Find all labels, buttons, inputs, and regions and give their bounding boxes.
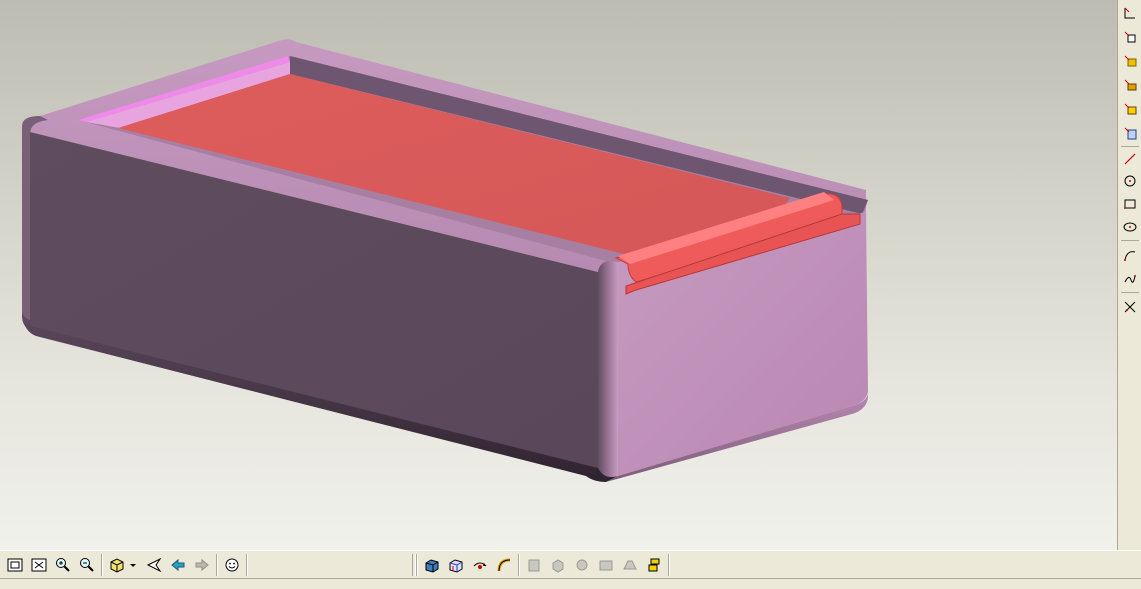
sketch-spline-icon[interactable] [1121,270,1139,288]
zoom-window-icon[interactable] [29,555,49,575]
model-render [22,39,868,482]
datum-plane-icon[interactable] [1121,4,1139,22]
disabled-tool-2-icon [548,555,568,575]
previous-view-icon[interactable] [144,555,164,575]
sketch-ellipse-icon[interactable] [1121,218,1139,236]
layer-icon[interactable] [644,555,664,575]
extrude-icon[interactable] [1121,52,1139,70]
zoom-in-icon[interactable] [53,555,73,575]
right-toolbar [1117,0,1141,550]
view-orientation-icon[interactable] [107,555,127,575]
back-arrow-icon[interactable] [168,555,188,575]
bottom-toolbar [0,550,1141,589]
shaded-view-icon[interactable] [422,555,442,575]
smiley-icon[interactable] [222,555,242,575]
disabled-tool-3-icon [572,555,592,575]
datum-display-icon[interactable] [494,555,514,575]
sweep-icon[interactable] [1121,100,1139,118]
sketch-circle-icon[interactable] [1121,172,1139,190]
datum-axis-icon[interactable] [1121,28,1139,46]
disabled-tool-4-icon [596,555,616,575]
sketch-arc-icon[interactable] [1121,246,1139,264]
zoom-out-icon[interactable] [77,555,97,575]
spin-center-icon[interactable] [470,555,490,575]
trim-icon[interactable] [1121,298,1139,316]
revolve-icon[interactable] [1121,76,1139,94]
blend-icon[interactable] [1121,124,1139,142]
sketch-line-icon[interactable] [1121,150,1139,168]
zoom-fit-icon[interactable] [5,555,25,575]
forward-arrow-icon[interactable] [192,555,212,575]
disabled-tool-1-icon [524,555,544,575]
hidden-line-icon[interactable] [446,555,466,575]
sketch-rectangle-icon[interactable] [1121,195,1139,213]
model-viewport[interactable] [0,0,1117,550]
view-dropdown-icon[interactable] [128,555,138,575]
corner-round-edge [598,261,618,478]
disabled-tool-5-icon [620,555,640,575]
